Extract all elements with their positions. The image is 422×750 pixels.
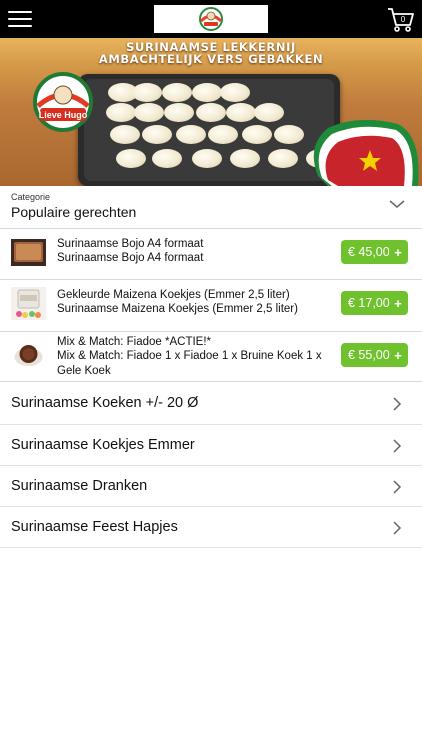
cookie xyxy=(142,125,172,144)
category-item-label: Surinaamse Dranken xyxy=(11,478,148,494)
category-selected: Populaire gerechten xyxy=(11,204,137,220)
cookie xyxy=(220,83,250,102)
product-thumb-maizena xyxy=(11,287,46,320)
product-row-fiadoe[interactable]: Mix & Match: Fiadoe *ACTIE!* Mix & Match… xyxy=(0,332,422,382)
cookie xyxy=(192,83,222,102)
product-name: Mix & Match: Fiadoe *ACTIE!* xyxy=(57,336,212,348)
cookie xyxy=(106,103,136,122)
cookie xyxy=(134,103,164,122)
cookie xyxy=(254,103,284,122)
hero-banner: SURINAAMSE LEKKERNIJ AMBACHTELIJK VERS G… xyxy=(0,38,422,186)
cookie xyxy=(132,83,162,102)
category-item-koeken[interactable]: Surinaamse Koeken +/- 20 Ø xyxy=(0,383,422,425)
brand-stamp-text: Lieve Hugo xyxy=(39,110,88,120)
product-row-bojo[interactable]: Surinaamse Bojo A4 formaat Surinaamse Bo… xyxy=(0,228,422,280)
product-description: Mix & Match: Fiadoe 1 x Fiadoe 1 x Bruin… xyxy=(57,350,322,377)
category-item-label: Surinaamse Koekjes Emmer xyxy=(11,437,195,453)
product-row-maizena[interactable]: Gekleurde Maizena Koekjes (Emmer 2,5 lit… xyxy=(0,280,422,332)
plus-icon: + xyxy=(394,244,402,260)
oven-mitt-image xyxy=(313,119,419,186)
cookie xyxy=(196,103,226,122)
category-item-label: Surinaamse Feest Hapjes xyxy=(11,519,178,535)
add-to-cart-button[interactable]: € 17,00 + xyxy=(341,291,408,315)
hero-title-line2: AMBACHTELIJK VERS GEBAKKEN xyxy=(98,52,324,66)
product-thumb-bojo xyxy=(11,239,46,266)
product-thumb-fiadoe xyxy=(11,340,46,372)
cookie xyxy=(226,103,256,122)
cookie xyxy=(208,125,238,144)
chevron-right-icon xyxy=(393,521,402,535)
hamburger-menu-icon[interactable] xyxy=(8,11,32,27)
chevron-right-icon xyxy=(393,397,402,411)
chevron-down-icon xyxy=(389,200,405,208)
product-price: € 17,00 xyxy=(348,296,390,310)
cookie xyxy=(242,125,272,144)
product-name: Gekleurde Maizena Koekjes (Emmer 2,5 lit… xyxy=(57,289,290,301)
cookie xyxy=(116,149,146,168)
category-label: Categorie xyxy=(11,192,51,202)
category-item-dranken[interactable]: Surinaamse Dranken xyxy=(0,466,422,507)
add-to-cart-button[interactable]: € 45,00 + xyxy=(341,240,408,264)
category-item-feest-hapjes[interactable]: Surinaamse Feest Hapjes xyxy=(0,507,422,548)
product-description: Surinaamse Bojo A4 formaat xyxy=(57,252,204,264)
category-item-koekjes-emmer[interactable]: Surinaamse Koekjes Emmer xyxy=(0,425,422,466)
add-to-cart-button[interactable]: € 55,00 + xyxy=(341,343,408,367)
category-item-label: Surinaamse Koeken +/- 20 Ø xyxy=(11,395,199,411)
tray-surface xyxy=(84,79,336,181)
product-description: Surinaamse Maizena Koekjes (Emmer 2,5 li… xyxy=(57,303,298,315)
header-logo[interactable] xyxy=(154,5,268,33)
cookie xyxy=(110,125,140,144)
cookie xyxy=(192,149,222,168)
cart-button[interactable]: 0 xyxy=(386,4,416,34)
lieve-hugo-logo-icon xyxy=(199,7,223,31)
plus-icon: + xyxy=(394,295,402,311)
chevron-right-icon xyxy=(393,439,402,453)
cart-count: 0 xyxy=(401,15,406,24)
shopping-cart-icon: 0 xyxy=(388,8,414,32)
chevron-right-icon xyxy=(393,480,402,494)
category-dropdown[interactable]: Categorie Populaire gerechten xyxy=(0,186,422,228)
cookie xyxy=(164,103,194,122)
cookie xyxy=(230,149,260,168)
product-price: € 55,00 xyxy=(348,348,390,362)
cookie xyxy=(162,83,192,102)
cookie xyxy=(152,149,182,168)
cookie xyxy=(176,125,206,144)
plus-icon: + xyxy=(394,347,402,363)
top-bar: 0 xyxy=(0,0,422,38)
product-name: Surinaamse Bojo A4 formaat xyxy=(57,238,204,250)
cookie xyxy=(268,149,298,168)
brand-stamp-logo: Lieve Hugo xyxy=(33,72,93,132)
product-price: € 45,00 xyxy=(348,245,390,259)
